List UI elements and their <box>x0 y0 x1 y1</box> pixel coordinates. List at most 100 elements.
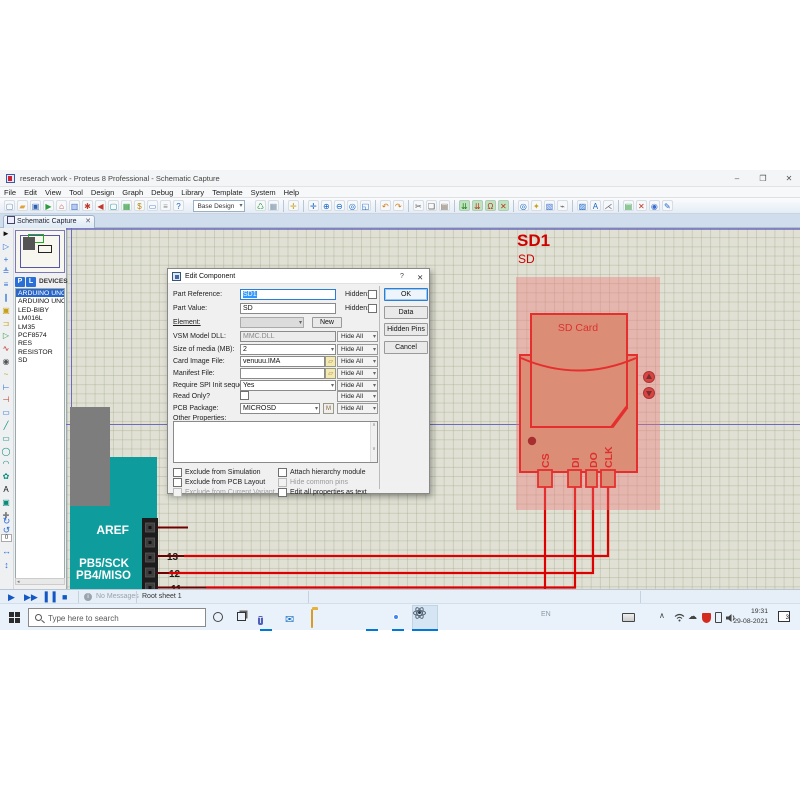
pause-button[interactable]: ▍▍ <box>45 592 61 602</box>
menu-tool[interactable]: Tool <box>65 187 87 198</box>
paste-icon[interactable]: ▤ <box>439 200 450 211</box>
preferences-gear-icon[interactable]: ✱ <box>82 200 93 211</box>
hidden-checkbox-2[interactable] <box>368 304 377 313</box>
search-tag-icon[interactable]: A <box>590 200 601 211</box>
decompose-icon[interactable]: ⌁ <box>557 200 568 211</box>
card-image-browse-folder-icon[interactable]: ▱ <box>325 356 336 367</box>
action-center-icon[interactable]: 3 <box>778 611 790 622</box>
menu-view[interactable]: View <box>41 187 65 198</box>
device-item[interactable]: LED-BIBY <box>16 306 64 314</box>
menu-edit[interactable]: Edit <box>20 187 41 198</box>
current-probe-tool-icon[interactable]: ⊣ <box>0 394 12 407</box>
taskbar-app-firefox[interactable] <box>337 610 353 626</box>
taskbar-app-chrome[interactable] <box>389 610 405 626</box>
zoom-all-icon[interactable]: ◎ <box>347 200 358 211</box>
menu-design[interactable]: Design <box>87 187 118 198</box>
subcircuit-tool-icon[interactable]: ▣ <box>0 305 12 318</box>
tray-chevron-icon[interactable]: ∧ <box>659 611 665 620</box>
copy-icon[interactable]: ❏ <box>426 200 437 211</box>
generator-tool-icon[interactable]: ~ <box>0 369 12 382</box>
taskbar-app-explorer[interactable] <box>311 610 327 626</box>
sd1-ref-label[interactable]: SD1 <box>517 231 550 250</box>
import-icon[interactable]: ▶ <box>43 200 54 211</box>
property-assign-icon[interactable]: ⋌ <box>603 200 614 211</box>
minimize-button[interactable]: – <box>726 173 748 185</box>
make-device-icon[interactable]: ✦ <box>531 200 542 211</box>
stop-button[interactable]: ■ <box>62 592 67 602</box>
card-image-input[interactable]: venuuu.IMA <box>240 356 325 367</box>
start-button[interactable] <box>9 612 20 623</box>
pan-icon[interactable]: ✛ <box>308 200 319 211</box>
cortana-icon[interactable] <box>213 612 223 622</box>
mirror-vertical-icon[interactable]: ↕ <box>0 560 13 570</box>
library-button[interactable]: L <box>26 277 36 287</box>
checkbox-edit-all-properties-as-text[interactable] <box>278 488 287 497</box>
path-2d-tool-icon[interactable]: ✿ <box>0 471 12 484</box>
element-new-button[interactable]: New <box>312 317 342 328</box>
device-item[interactable]: ARDUINO UNO <box>16 289 64 297</box>
device-item[interactable]: ARDUINO UNO R3 <box>16 297 64 305</box>
device-list[interactable]: ARDUINO UNOARDUINO UNO R3LED-BIBYLM016LL… <box>15 288 65 584</box>
part-value-input[interactable]: SD <box>240 303 336 314</box>
open-folder-icon[interactable]: ▰ <box>17 200 28 211</box>
zoom-area-icon[interactable]: ◱ <box>360 200 371 211</box>
keyboard-icon[interactable]: ▭ <box>147 200 158 211</box>
menu-graph[interactable]: Graph <box>118 187 147 198</box>
checkbox-exclude-from-simulation[interactable] <box>173 468 182 477</box>
design-explorer-icon[interactable]: ✎ <box>662 200 673 211</box>
design-root-combo[interactable]: Base Design▾ <box>193 200 245 212</box>
wire-label-tool-icon[interactable]: ≜ <box>0 266 12 279</box>
menu-file[interactable]: File <box>0 187 20 198</box>
display-icon[interactable]: ▢ <box>108 200 119 211</box>
size-hide-all-combo[interactable]: Hide All▾ <box>337 344 378 355</box>
circle-2d-tool-icon[interactable]: ◯ <box>0 446 12 459</box>
pcb-package-combo[interactable]: MICROSD▾ <box>240 403 320 414</box>
pcb-browse-button[interactable]: M <box>323 403 334 414</box>
rotate-block-icon[interactable]: Ω <box>485 200 496 211</box>
device-item[interactable]: RES <box>16 339 64 347</box>
voltage-probe-tool-icon[interactable]: ⊢ <box>0 382 12 395</box>
notes-icon[interactable]: ≡ <box>160 200 171 211</box>
tab-close-icon[interactable]: ✕ <box>85 216 91 228</box>
delete-block-icon[interactable]: ✕ <box>498 200 509 211</box>
selection-tool-icon[interactable]: ► <box>0 228 12 241</box>
device-pin-tool-icon[interactable]: ▷ <box>0 330 12 343</box>
device-item[interactable]: LM35 <box>16 323 64 331</box>
goto-sheet-icon[interactable]: ◉ <box>649 200 660 211</box>
menu-debug[interactable]: Debug <box>147 187 177 198</box>
help-icon[interactable]: ? <box>173 200 184 211</box>
pick-parts-icon[interactable]: ◎ <box>518 200 529 211</box>
text-2d-tool-icon[interactable]: A <box>0 484 12 497</box>
manifest-hide-all-combo[interactable]: Hide All▾ <box>337 368 378 379</box>
line-2d-tool-icon[interactable]: ╱ <box>0 420 12 433</box>
zoom-in-icon[interactable]: ⊕ <box>321 200 332 211</box>
device-item[interactable]: LM016L <box>16 314 64 322</box>
terminal-tool-icon[interactable]: ⊐ <box>0 318 12 331</box>
hidden-checkbox-1[interactable] <box>368 290 377 299</box>
data-button[interactable]: Data <box>384 306 428 319</box>
clock[interactable]: 19:3129-08-2021 <box>733 607 768 627</box>
save-icon[interactable]: ▣ <box>30 200 41 211</box>
device-item[interactable]: RESISTOR <box>16 348 64 356</box>
manifest-input[interactable] <box>240 368 325 379</box>
device-item[interactable]: SD <box>16 356 64 364</box>
rotation-angle-input[interactable]: 0 <box>1 534 12 542</box>
packaging-tool-icon[interactable]: ▧ <box>544 200 555 211</box>
checkbox-exclude-from-pcb-layout[interactable] <box>173 478 182 487</box>
close-button[interactable]: ✕ <box>778 173 800 185</box>
pcb-hide-all-combo[interactable]: Hide All▾ <box>337 403 378 414</box>
home-icon[interactable]: ⌂ <box>56 200 67 211</box>
task-view-icon[interactable] <box>237 612 246 621</box>
menu-template[interactable]: Template <box>208 187 246 198</box>
cut-icon[interactable]: ✂ <box>413 200 424 211</box>
menu-system[interactable]: System <box>247 187 280 198</box>
component-tool-icon[interactable]: ▷ <box>0 241 12 254</box>
taskbar-app-mail[interactable]: ✉ <box>285 610 301 626</box>
device-list-scrollbar[interactable]: ◂ <box>15 578 65 585</box>
dialog-titlebar[interactable]: Edit Component ? ✕ <box>168 269 429 284</box>
box-2d-tool-icon[interactable]: ▭ <box>0 433 12 446</box>
new-file-icon[interactable]: ▢ <box>4 200 15 211</box>
copy-block-icon[interactable]: ⇊ <box>459 200 470 211</box>
card-image-hide-all-combo[interactable]: Hide All▾ <box>337 356 378 367</box>
pick-devices-button[interactable]: P <box>15 277 25 287</box>
